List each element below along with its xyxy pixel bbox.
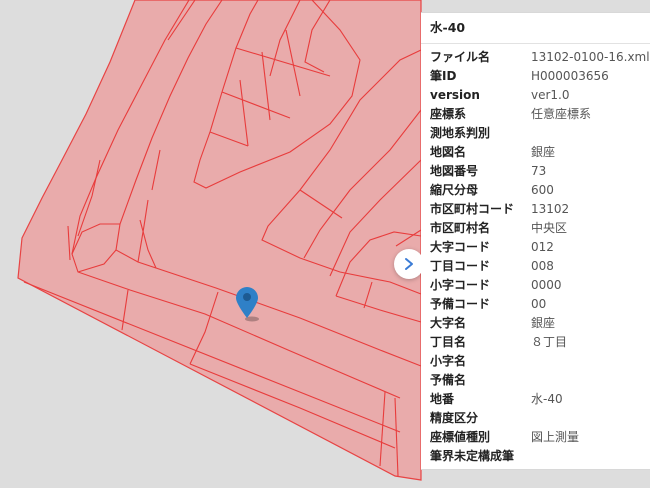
attribute-row: 市区町村名 中央区 (421, 219, 650, 238)
attribute-key: 大字名 (430, 316, 467, 330)
chevron-right-icon (405, 258, 413, 270)
attribute-row: 小字名 (421, 352, 650, 371)
attribute-value: 012 (531, 240, 554, 254)
attribute-key: 予備コード (430, 297, 491, 311)
attribute-row: 大字コード 012 (421, 238, 650, 257)
attribute-row: 丁目名 ８丁目 (421, 333, 650, 352)
attribute-value: 図上測量 (531, 430, 580, 444)
attribute-row: 小字コード 0000 (421, 276, 650, 295)
attribute-list: ファイル名 13102-0100-16.xml 筆ID H000003656 versi… (421, 44, 650, 466)
attribute-key: 大字コード (430, 240, 491, 254)
attribute-row: 地図名 銀座 (421, 143, 650, 162)
attribute-key: 測地系判別 (430, 126, 491, 140)
attribute-key: 小字名 (430, 354, 467, 368)
attribute-key: 地図名 (430, 145, 467, 159)
attribute-key: 予備名 (430, 373, 467, 387)
attribute-row: ファイル名 13102-0100-16.xml (421, 48, 650, 67)
attribute-key: 市区町村名 (430, 221, 491, 235)
attribute-row: 丁目コード 008 (421, 257, 650, 276)
attribute-key: 座標系 (430, 107, 467, 121)
attribute-key: 地図番号 (430, 164, 479, 178)
attribute-row: 座標系 任意座標系 (421, 105, 650, 124)
attribute-value: 0000 (531, 278, 562, 292)
attribute-key: 筆ID (430, 69, 457, 83)
attribute-key: 座標値種別 (430, 430, 491, 444)
attribute-row: 筆界未定構成筆 (421, 447, 650, 466)
attribute-key: version (430, 88, 480, 102)
attribute-key: ファイル名 (430, 50, 491, 64)
attribute-row: 予備名 (421, 371, 650, 390)
attribute-value: ８丁目 (531, 335, 568, 349)
attribute-value: 13102 (531, 202, 570, 216)
attribute-value: 00 (531, 297, 547, 311)
panel-title: 水-40 (421, 13, 650, 44)
parcel-layer[interactable] (17, 0, 422, 481)
attribute-row: 大字名 銀座 (421, 314, 650, 333)
attribute-row: 座標値種別 図上測量 (421, 428, 650, 447)
attribute-value: ver1.0 (531, 88, 570, 102)
attribute-key: 精度区分 (430, 411, 479, 425)
attribute-key: 筆界未定構成筆 (430, 449, 515, 463)
attribute-row: 市区町村コード 13102 (421, 200, 650, 219)
attribute-value: 任意座標系 (531, 107, 592, 121)
attribute-panel: 水-40 ファイル名 13102-0100-16.xml 筆ID H000003656… (421, 12, 650, 470)
attribute-value: 13102-0100-16.xml (531, 50, 650, 64)
attribute-key: 小字コード (430, 278, 491, 292)
attribute-value: 600 (531, 183, 554, 197)
attribute-row: 予備コード 00 (421, 295, 650, 314)
attribute-row: 地番 水-40 (421, 390, 650, 409)
attribute-key: 丁目名 (430, 335, 467, 349)
attribute-row: 縮尺分母 600 (421, 181, 650, 200)
attribute-value: H000003656 (531, 69, 609, 83)
attribute-key: 市区町村コード (430, 202, 515, 216)
panel-toggle-button[interactable] (394, 249, 424, 279)
attribute-key: 丁目コード (430, 259, 491, 273)
attribute-row: 精度区分 (421, 409, 650, 428)
attribute-row: 筆ID H000003656 (421, 67, 650, 86)
attribute-value: 銀座 (531, 145, 556, 159)
attribute-row: version ver1.0 (421, 86, 650, 105)
attribute-value: 中央区 (531, 221, 568, 235)
attribute-key: 縮尺分母 (430, 183, 479, 197)
attribute-value: 銀座 (531, 316, 556, 330)
attribute-value: 008 (531, 259, 554, 273)
attribute-value: 水-40 (531, 392, 563, 406)
attribute-row: 地図番号 73 (421, 162, 650, 181)
attribute-key: 地番 (430, 392, 455, 406)
attribute-row: 測地系判別 (421, 124, 650, 143)
attribute-value: 73 (531, 164, 547, 178)
